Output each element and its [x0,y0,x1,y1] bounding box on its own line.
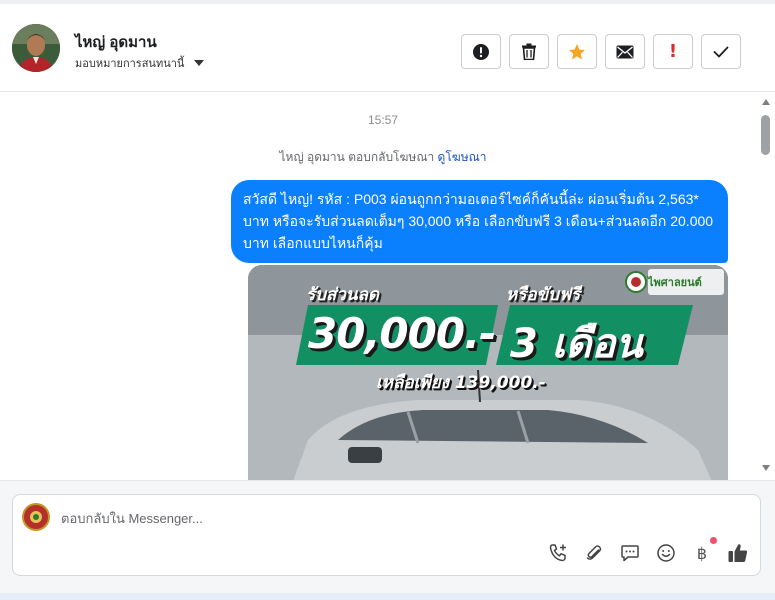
like-button[interactable] [727,542,749,564]
contact-name[interactable]: ไหญ่ อุดมาน [75,30,157,54]
check-icon [713,46,729,57]
conversation-header: ไหญ่ อุดมาน มอบหมายการสนทนานี้ ! [0,0,775,92]
view-ad-link[interactable]: ดูโฆษณา [438,150,487,164]
conversation-toolbar: ! [461,34,741,69]
exclamation-circle-icon [473,43,489,60]
thread-scrollbar[interactable] [759,93,773,480]
contact-avatar[interactable] [12,24,60,72]
envelope-icon [616,45,634,58]
reply-composer: ฿ [12,494,761,576]
page-logo-icon [26,507,46,527]
payment-button[interactable]: ฿ [691,537,717,564]
trash-icon [522,43,536,60]
ad-dealer-logo: ไพศาลยนต์ [648,276,702,289]
baht-icon: ฿ [696,543,708,563]
composer-area: ฿ [0,480,775,600]
assign-label: มอบหมายการสนทนานี้ [75,58,185,70]
chevron-down-icon[interactable] [194,60,205,66]
notification-dot [710,537,717,544]
thumbs-up-icon [728,544,748,562]
star-icon [569,43,585,59]
spam-button[interactable] [461,34,501,69]
smiley-icon [657,544,675,562]
assign-conversation[interactable]: มอบหมายการสนทนานี้ [75,54,205,72]
ad-free-months: 3 เดือน [510,321,643,367]
phone-plus-icon [549,544,566,562]
mark-unread-button[interactable] [605,34,645,69]
ad-promo-label: รับส่วนลด [306,285,379,305]
reply-input[interactable] [61,509,561,527]
ad-discount-amount: 30,000.- [308,309,496,358]
scroll-down-arrow-icon[interactable] [762,465,770,471]
exclamation-icon: ! [668,41,678,62]
chat-bubble-icon [621,545,639,562]
attach-button[interactable] [583,542,605,564]
ad-price: เหลือเพียง 139,000.- [376,373,546,393]
ad-reply-text: ไหญ่ อุดมาน ตอบกลับโฆษณา [279,150,435,164]
ad-reply-notice: ไหญ่ อุดมาน ตอบกลับโฆษณา ดูโฆษณา [0,148,766,167]
ad-free-label: หรือขับฟรี [506,285,581,305]
star-button[interactable] [557,34,597,69]
composer-toolbar: ฿ [547,537,749,564]
scrollbar-thumb[interactable] [761,115,770,155]
scroll-up-arrow-icon[interactable] [762,99,770,105]
mark-done-button[interactable] [701,34,741,69]
call-button[interactable] [547,542,569,564]
paperclip-icon [586,545,602,560]
saved-replies-button[interactable] [619,542,641,564]
page-avatar [22,503,50,531]
message-timestamp: 15:57 [367,113,399,127]
emoji-button[interactable] [655,542,677,564]
message-thread: 15:57 ไหญ่ อุดมาน ตอบกลับโฆษณา ดูโฆษณา ส… [0,93,775,480]
bottom-strip [0,593,775,600]
follow-up-button[interactable]: ! [653,34,693,69]
ad-image-attachment[interactable]: รับส่วนลด หรือขับฟรี 30,000.- 3 เดือน เห… [248,265,728,480]
outgoing-message-bubble[interactable]: สวัสดี ไหญ่! รหัส : P003 ผ่อนถูกกว่ามอเต… [231,180,728,263]
contact-photo [12,24,60,72]
inbox-conversation-panel: ไหญ่ อุดมาน มอบหมายการสนทนานี้ ! 15:57 ไ… [0,0,775,600]
delete-button[interactable] [509,34,549,69]
